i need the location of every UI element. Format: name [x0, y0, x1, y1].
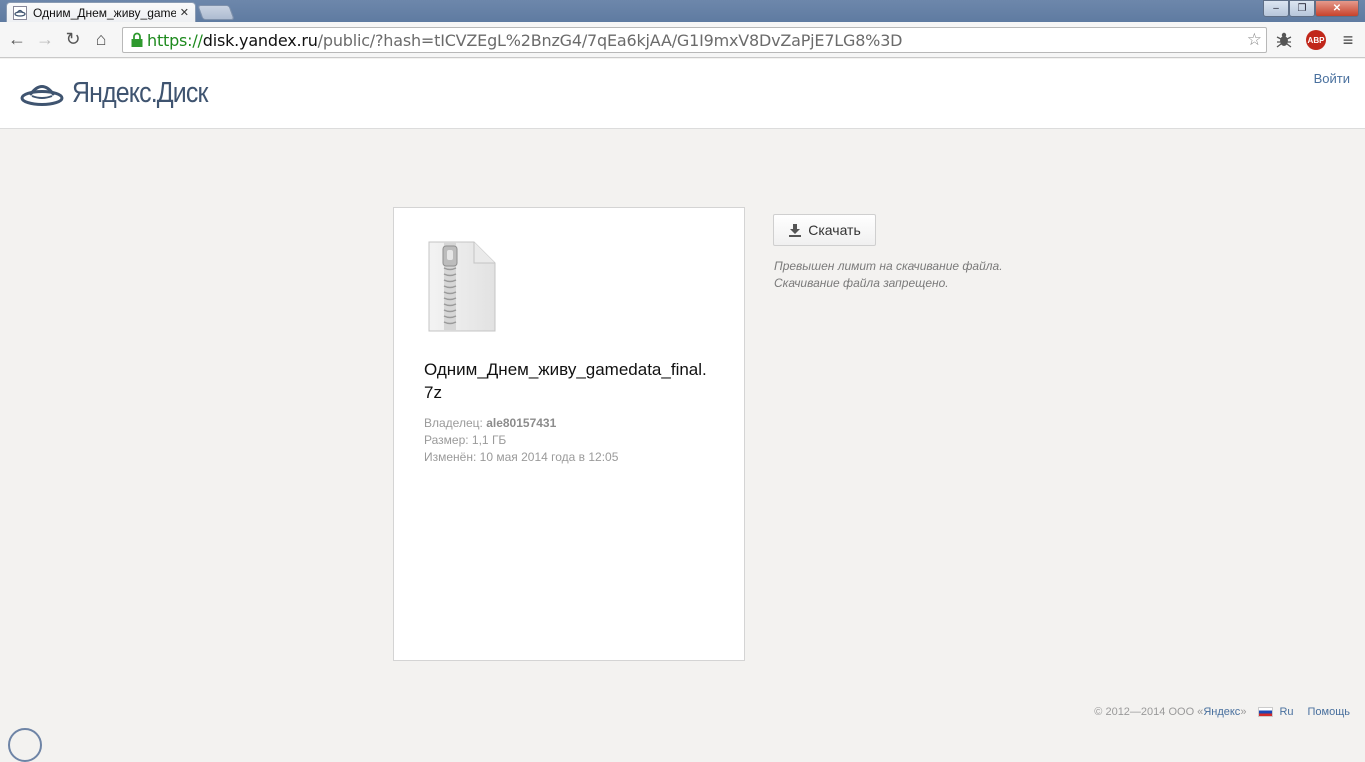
size-label: Размер: — [424, 433, 469, 447]
browser-tab-strip: Одним_Днем_живу_game ✕ – ❐ ✕ — [0, 0, 1365, 22]
size-row: Размер: 1,1 ГБ — [424, 432, 618, 449]
login-link[interactable]: Войти — [1314, 71, 1350, 86]
russian-flag-icon — [1258, 707, 1274, 717]
copyright-text: © 2012—2014 ООО « — [1094, 706, 1204, 718]
file-name: Одним_Днем_живу_gamedata_final.7z — [424, 360, 707, 402]
footer: © 2012—2014 ООО «Яндекс» Ru Помощь — [1094, 706, 1350, 718]
url-host: disk.yandex.ru — [202, 30, 318, 50]
yandex-disk-logo[interactable]: Яндекс.Диск — [20, 77, 230, 110]
modified-value: 10 мая 2014 года в 12:05 — [479, 450, 619, 464]
download-limit-warning: Превышен лимит на скачивание файла. Скач… — [774, 259, 1003, 290]
browser-toolbar: ← → ↻ ⌂ https://disk.yandex.ru/public/?h… — [0, 22, 1365, 58]
modified-row: Изменён: 10 мая 2014 года в 12:05 — [424, 449, 618, 466]
file-card: Одним_Днем_живу_gamedata_final.7z Владел… — [393, 207, 745, 661]
reload-button[interactable]: ↻ — [59, 26, 87, 54]
download-icon — [788, 223, 802, 237]
chrome-menu-icon[interactable]: ≡ — [1338, 30, 1358, 50]
lock-icon — [127, 30, 147, 50]
size-value: 1,1 ГБ — [471, 433, 507, 447]
window-controls: – ❐ ✕ — [1263, 0, 1359, 17]
yandex-disk-favicon-icon — [13, 5, 27, 20]
archive-file-icon — [426, 240, 498, 339]
forward-button[interactable]: → — [31, 26, 59, 54]
tab-close-icon[interactable]: ✕ — [180, 6, 189, 19]
bookmark-star-icon[interactable]: ☆ — [1247, 30, 1262, 50]
extension-bug-icon[interactable] — [1274, 30, 1294, 50]
language-link[interactable]: Ru — [1279, 706, 1293, 718]
url-text: https://disk.yandex.ru/public/?hash=tICV… — [147, 31, 902, 50]
browser-tab[interactable]: Одним_Днем_живу_game ✕ — [6, 2, 196, 22]
owner-row: Владелец: ale80157431 — [424, 415, 618, 432]
modified-label: Изменён: — [424, 450, 477, 464]
url-scheme: https:// — [147, 30, 203, 50]
address-bar[interactable]: https://disk.yandex.ru/public/?hash=tICV… — [122, 27, 1267, 53]
download-button[interactable]: Скачать — [773, 214, 876, 246]
owner-value: ale80157431 — [486, 416, 557, 430]
yandex-link[interactable]: Яндекс — [1203, 706, 1240, 718]
file-metadata: Владелец: ale80157431 Размер: 1,1 ГБ Изм… — [424, 415, 618, 466]
tab-title: Одним_Днем_живу_game — [33, 5, 176, 20]
minimize-button[interactable]: – — [1263, 0, 1289, 17]
owner-label: Владелец: — [424, 416, 483, 430]
copyright-end: » — [1240, 706, 1247, 718]
help-link[interactable]: Помощь — [1308, 706, 1351, 718]
logo-text: Яндекс.Диск — [72, 77, 208, 109]
download-button-label: Скачать — [808, 222, 861, 238]
flying-saucer-logo-icon — [20, 84, 64, 106]
maximize-button[interactable]: ❐ — [1289, 0, 1315, 17]
back-button[interactable]: ← — [3, 26, 31, 54]
new-tab-button[interactable] — [197, 5, 235, 20]
corner-widget-icon[interactable] — [8, 728, 42, 762]
adblock-plus-icon[interactable]: ABP — [1306, 30, 1326, 50]
site-header: Яндекс.Диск Войти — [0, 59, 1365, 129]
home-button[interactable]: ⌂ — [87, 26, 115, 54]
url-path: /public/?hash=tICVZEgL%2BnzG4/7qEa6kjAA/… — [317, 30, 903, 50]
close-window-button[interactable]: ✕ — [1315, 0, 1359, 17]
